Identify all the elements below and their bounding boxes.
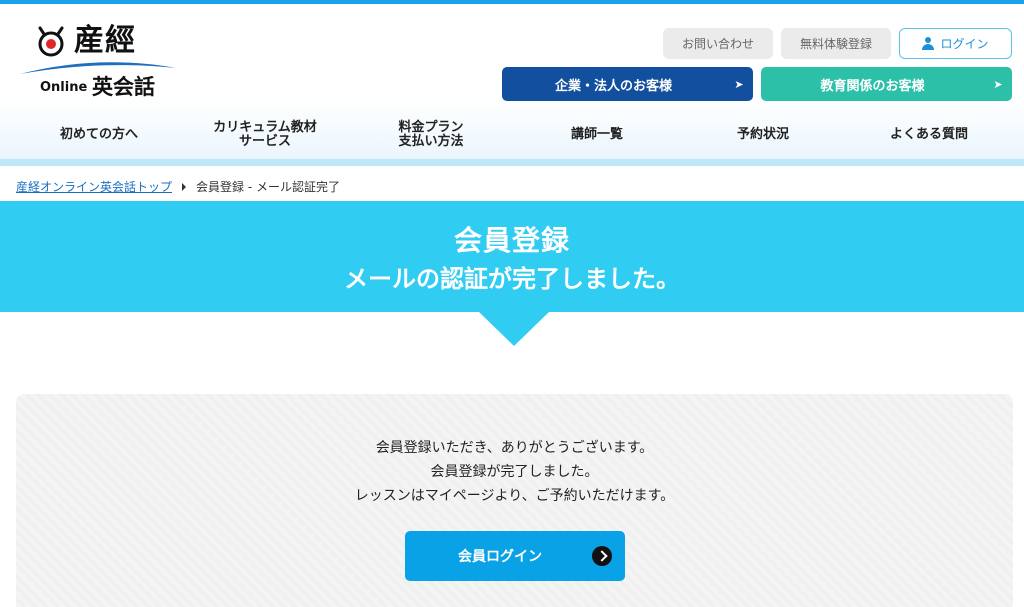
header-divider xyxy=(0,159,1024,166)
logo-mark-icon xyxy=(38,26,64,57)
logo-eikaiwa-text: 英会話 xyxy=(92,75,155,99)
chevron-right-icon xyxy=(592,546,612,566)
person-icon xyxy=(922,37,935,50)
logo-online-text: Online xyxy=(40,80,88,95)
message-line: 会員登録いただき、ありがとうございます。 xyxy=(375,440,654,456)
education-label: 教育関係のお客様 xyxy=(820,78,925,94)
main-nav: 初めての方へ カリキュラム教材 サービス 料金プラン 支払い方法 講師一覧 予約… xyxy=(0,112,1024,158)
breadcrumb-arrow-icon xyxy=(182,182,187,191)
breadcrumb-home-link[interactable]: 産経オンライン英会話トップ xyxy=(16,178,172,195)
contact-button[interactable]: お問い合わせ xyxy=(663,28,773,59)
breadcrumb-current: 会員登録 - メール認証完了 xyxy=(196,180,340,194)
site-logo[interactable]: 産經 Online 英会話 xyxy=(18,22,178,102)
free-trial-button[interactable]: 無料体験登録 xyxy=(781,28,891,59)
nav-curriculum[interactable]: カリキュラム教材 サービス xyxy=(180,112,350,158)
member-login-label: 会員ログイン xyxy=(458,549,542,565)
nav-reservation-status[interactable]: 予約状況 xyxy=(678,112,848,158)
breadcrumb: 産経オンライン英会話トップ 会員登録 - メール認証完了 xyxy=(16,178,340,195)
nav-teachers[interactable]: 講師一覧 xyxy=(512,112,682,158)
logo-kanji: 産經 xyxy=(74,23,136,58)
page-subtitle: メールの認証が完了しました。 xyxy=(344,265,680,293)
message-line: レッスンはマイページより、ご予約いただけます。 xyxy=(354,488,675,504)
arrow-right-icon: ➤ xyxy=(734,77,744,91)
message-panel: 会員登録いただき、ありがとうございます。 会員登録が完了しました。 レッスンはマ… xyxy=(16,394,1013,607)
member-login-button[interactable]: 会員ログイン xyxy=(405,531,625,581)
nav-faq[interactable]: よくある質問 xyxy=(844,112,1014,158)
hero-pointer xyxy=(479,312,549,346)
corporate-customers-button[interactable]: 企業・法人のお客様 ➤ xyxy=(502,67,753,101)
arrow-right-icon: ➤ xyxy=(993,77,1003,91)
corporate-label: 企業・法人のお客様 xyxy=(554,78,672,94)
page-title: 会員登録 xyxy=(453,224,570,257)
education-customers-button[interactable]: 教育関係のお客様 ➤ xyxy=(761,67,1012,101)
nav-first-time[interactable]: 初めての方へ xyxy=(14,112,184,158)
hero-banner: 会員登録 メールの認証が完了しました。 xyxy=(0,201,1024,312)
nav-pricing[interactable]: 料金プラン 支払い方法 xyxy=(346,112,516,158)
message-line: 会員登録が完了しました。 xyxy=(430,464,599,480)
contact-label: お問い合わせ xyxy=(681,37,754,51)
login-button[interactable]: ログイン xyxy=(899,28,1012,59)
free-trial-label: 無料体験登録 xyxy=(799,37,872,51)
login-label: ログイン xyxy=(940,37,989,51)
site-header: 産經 Online 英会話 お問い合わせ 無料体験登録 ログイン 企業・法人のお… xyxy=(0,4,1024,159)
